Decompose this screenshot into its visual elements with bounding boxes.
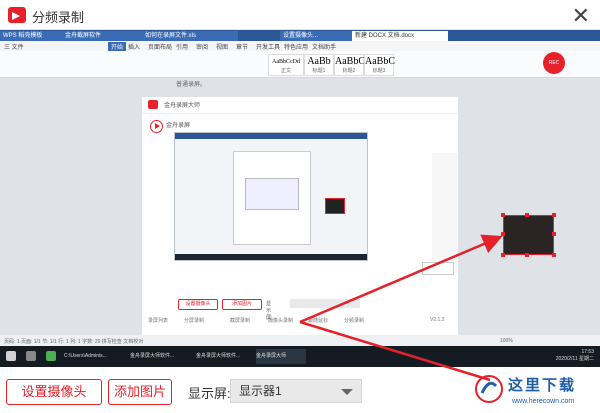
ribbon-menu-item: 页面布局: [148, 45, 173, 51]
ribbon-menu: 三 文件 开始 插入 页面布局 引用 审阅 视图 章节 开发工具 特色应用 文档…: [0, 41, 600, 51]
display-select[interactable]: 显示器1: [230, 379, 362, 403]
wps-tab: 金舟截屏软件: [62, 31, 146, 41]
ribbon-menu-item: 引用: [176, 45, 189, 51]
search-icon: [26, 351, 36, 361]
camera-overlay-box[interactable]: [501, 213, 556, 257]
taskbar-item: 金舟录屏大师软件...: [130, 353, 175, 359]
wps-tab-active: 新建 DOCX 文档.docx: [352, 31, 448, 41]
add-image-button[interactable]: 添加图片: [108, 379, 172, 405]
ribbon-menu-item: 审阅: [196, 45, 209, 51]
ribbon-menu-item: 开始: [108, 42, 127, 51]
nested-select: [422, 262, 454, 275]
wps-tab-strip: WPS 稻壳模板 金舟截屏软件 如何在录屏文件.xls 设置摄像头... 新建 …: [0, 30, 600, 41]
screen-preview: WPS 稻壳模板 金舟截屏软件 如何在录屏文件.xls 设置摄像头... 新建 …: [0, 30, 600, 367]
display-select-value: 显示器1: [239, 384, 282, 398]
set-camera-button[interactable]: 设置摄像头: [6, 379, 102, 405]
doc-text: 普通录屏。: [176, 82, 207, 88]
ribbon-toolbar: AaBbCcDd 正文 AaBb 标题1 AaBbC 标题2 AaBbC 标题3: [0, 51, 600, 78]
taskbar-item-active: 金舟录屏大师: [256, 349, 306, 364]
ribbon-menu-item: 插入: [128, 45, 141, 51]
start-icon: [6, 351, 16, 361]
nested-title: 金舟录屏大师: [164, 103, 201, 109]
nested-screen-thumbnail: [174, 132, 368, 261]
taskbar-item: C:\Users\Adminis...: [64, 353, 107, 359]
display-label: 显示屏:: [188, 386, 231, 401]
ribbon-menu-item: 章节: [236, 45, 249, 51]
wps-tab: 设置摄像头...: [280, 31, 356, 41]
style-sample: AaBbC 标题3: [364, 54, 395, 76]
ribbon-menu-item: 三 文件: [4, 45, 24, 51]
taskbar-app-icon: [46, 351, 56, 361]
window-title: 分频录制: [32, 10, 85, 25]
style-sample: AaBbC 标题2: [334, 54, 365, 76]
nested-recorder-window: 金舟录屏大师 金舟录屏 设置摄像头 添加图片 显示屏: 录屏列表 分屏录制 截屏…: [142, 97, 458, 337]
watermark: 这里下载 www.herecown.com: [472, 370, 600, 413]
nested-logo-icon: [148, 100, 158, 109]
nested-header: 金舟录屏大师: [142, 97, 458, 114]
windows-taskbar: C:\Users\Adminis... 金舟录屏大师软件... 金舟录屏大师软件…: [0, 346, 600, 367]
wps-tab: 如何在录屏文件.xls: [142, 31, 238, 41]
watermark-logo-icon: [475, 375, 503, 403]
nested-add-image-button: 添加图片: [222, 299, 262, 310]
nested-set-camera-button: 设置摄像头: [178, 299, 218, 310]
ribbon-menu-item: 特色应用: [284, 45, 309, 51]
taskbar-clock: 17:53 2020/2/11 星期二: [555, 349, 594, 362]
wps-tab: WPS 稻壳模板: [0, 31, 66, 41]
chevron-down-icon: [341, 389, 353, 395]
wps-status-bar: 页码: 1 页面: 1/1 节: 1/1 行: 1 列: 1 字数: 29 拼写…: [0, 335, 600, 346]
nested-side-panel: [432, 153, 458, 273]
ribbon-menu-item: 视图: [216, 45, 229, 51]
play-icon: [150, 120, 163, 133]
style-sample: AaBb 标题1: [304, 54, 334, 76]
title-bar: 分频录制 ✕: [0, 0, 600, 30]
style-sample: AaBbCcDd 正文: [268, 54, 304, 76]
nested-display-select: [290, 299, 360, 308]
record-badge: REC: [543, 52, 565, 74]
ribbon-menu-item: 文档助手: [312, 45, 337, 51]
close-button[interactable]: ✕: [572, 3, 590, 29]
taskbar-item: 金舟录屏大师软件...: [196, 353, 241, 359]
nested-subtitle: 金舟录屏: [166, 123, 191, 129]
watermark-text: 这里下载: [508, 376, 577, 394]
nested-camera-box: [325, 198, 345, 214]
ribbon-menu-item: 开发工具: [256, 45, 281, 51]
app-logo-icon: [8, 7, 26, 23]
watermark-url: www.herecown.com: [512, 398, 575, 405]
